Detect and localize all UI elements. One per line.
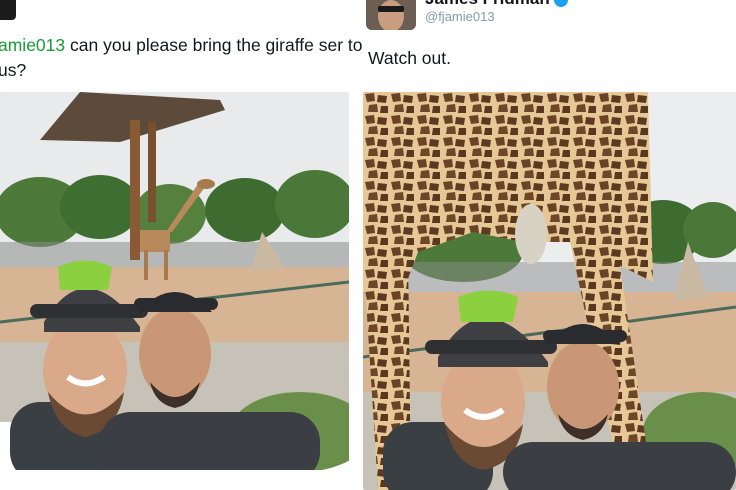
left-tweet-card: amie013 can you please bring the giraffe… [0,0,362,490]
mention-link[interactable]: amie013 [0,35,65,55]
right-tweet-card: James Fridman @fjamie013 Watch out. [362,0,736,490]
selfie-photo[interactable] [0,92,349,470]
verified-badge-icon [553,0,568,7]
left-tweet-text: amie013 can you please bring the giraffe… [0,33,362,83]
avatar-image [366,0,416,30]
selfie-photo-graphic [0,92,349,470]
edited-selfie-graphic [363,92,736,490]
right-tweet-text: Watch out. [368,48,451,68]
avatar[interactable] [366,0,416,30]
display-name[interactable]: James Fridman [425,0,568,9]
display-name-text: James Fridman [425,0,550,8]
edited-selfie-photo[interactable] [363,92,736,490]
user-handle[interactable]: @fjamie013 [425,9,495,24]
cropped-avatar [0,0,16,20]
